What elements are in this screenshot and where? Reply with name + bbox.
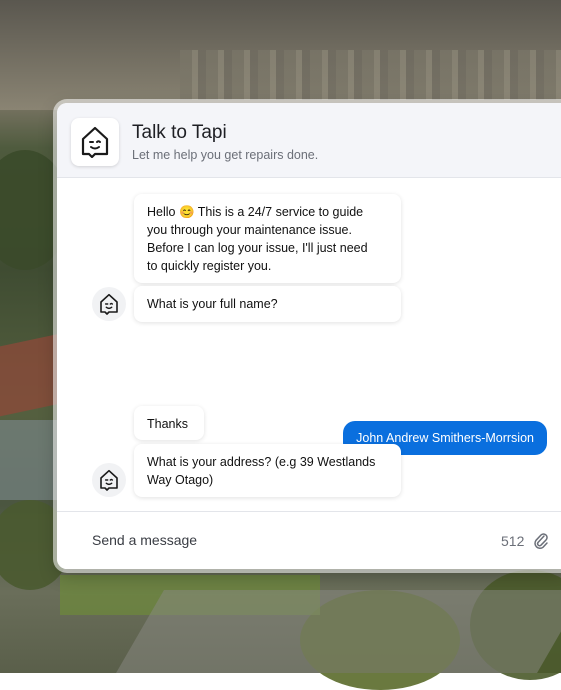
- message-text: John Andrew Smithers-Morrsion: [356, 431, 534, 445]
- bot-message-ask-name: What is your full name?: [134, 286, 401, 322]
- message-text: What is your full name?: [147, 297, 278, 311]
- character-count: 512: [501, 533, 525, 549]
- greeting-line: Hello 😊 This is a 24/7 service to guide: [147, 205, 364, 219]
- bot-message-ask-address: What is your address? (e.g 39 Westlands …: [134, 444, 401, 497]
- message-text: Way Otago): [147, 473, 214, 487]
- house-face-icon: [100, 469, 118, 491]
- message-input[interactable]: [92, 532, 442, 548]
- message-composer: 512: [57, 511, 561, 569]
- bot-message-greeting: Hello 😊 This is a 24/7 service to guide …: [134, 194, 401, 283]
- message-text: What is your address? (e.g 39 Westlands: [147, 455, 376, 469]
- chat-title: Talk to Tapi: [132, 122, 227, 143]
- house-face-icon: [100, 293, 118, 315]
- paperclip-icon[interactable]: [533, 532, 549, 550]
- message-text: Thanks: [147, 417, 188, 431]
- greeting-line: Before I can log your issue, I'll just n…: [147, 241, 368, 255]
- chat-header: Talk to Tapi Let me help you get repairs…: [57, 103, 561, 178]
- chat-widget: Talk to Tapi Let me help you get repairs…: [57, 103, 561, 569]
- greeting-line: you through your maintenance issue.: [147, 223, 352, 237]
- bot-message-thanks: Thanks: [134, 406, 204, 440]
- bot-avatar: [92, 463, 126, 497]
- tapi-logo: [71, 118, 119, 166]
- greeting-line: to quickly register you.: [147, 259, 272, 273]
- bot-avatar: [92, 287, 126, 321]
- chat-subtitle: Let me help you get repairs done.: [132, 148, 319, 162]
- house-face-icon: [81, 126, 109, 158]
- message-list[interactable]: Hello 😊 This is a 24/7 service to guide …: [57, 178, 561, 511]
